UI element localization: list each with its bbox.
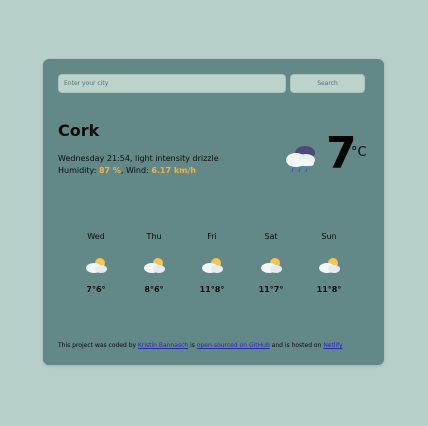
city-search-input[interactable] (58, 74, 286, 93)
humidity-label: Humidity: (58, 166, 99, 175)
forecast-day-name: Sat (264, 232, 278, 241)
humidity-value: 87 % (98, 166, 121, 175)
forecast-temp: 7°6° (86, 285, 106, 294)
footer-text: This project was coded by (58, 342, 138, 349)
forecast-day-name: Sun (321, 232, 337, 241)
forecast-temp: 11°8° (316, 285, 342, 294)
forecast-temp: 11°7° (258, 285, 284, 294)
forecast-day: Fri 11°8° (182, 231, 242, 294)
partly-cloudy-icon (144, 258, 165, 273)
forecast-day-name: Thu (146, 232, 162, 241)
partly-cloudy-icon (202, 258, 223, 273)
partly-cloudy-icon (319, 258, 340, 273)
datetime-description: Wednesday 21:54, light intensity drizzle (58, 154, 219, 163)
partly-cloudy-icon (261, 258, 282, 273)
forecast-day: Wed 7°6° (66, 231, 126, 294)
forecast-day: Thu 8°6° (124, 231, 184, 294)
netlify-link[interactable]: Netlify (323, 342, 342, 349)
forecast-day-name: Wed (87, 232, 105, 241)
humidity-wind-line: Humidity: 87 %, Wind: 6.17 km/h (58, 166, 196, 175)
footer-text: and is hosted on (269, 342, 324, 349)
forecast-list: Wed 7°6° Thu 8°6° Fri 11°8° Sat 11°7° Su… (66, 231, 366, 311)
forecast-temp: 11°8° (199, 285, 225, 294)
forecast-temp: 8°6° (144, 285, 164, 294)
github-link[interactable]: open-sourced on GitHub (197, 342, 270, 349)
footer-text: is (188, 342, 197, 349)
wind-value: 6.17 km/h (151, 166, 197, 175)
forecast-day-name: Fri (207, 232, 217, 241)
search-button[interactable]: Search (290, 74, 365, 93)
city-name: Cork (58, 121, 100, 140)
weather-card: Search Cork Wednesday 21:54, light inten… (43, 59, 384, 365)
author-link[interactable]: Kristin Bannasch (138, 342, 188, 349)
partly-cloudy-icon (86, 258, 107, 273)
rain-cloud-icon (286, 146, 315, 173)
footer: This project was coded by Kristin Bannas… (58, 342, 343, 349)
wind-label: , Wind: (120, 166, 152, 175)
temperature-unit: °C (351, 145, 367, 160)
forecast-day: Sat 11°7° (241, 231, 301, 294)
forecast-day: Sun 11°8° (299, 231, 359, 294)
